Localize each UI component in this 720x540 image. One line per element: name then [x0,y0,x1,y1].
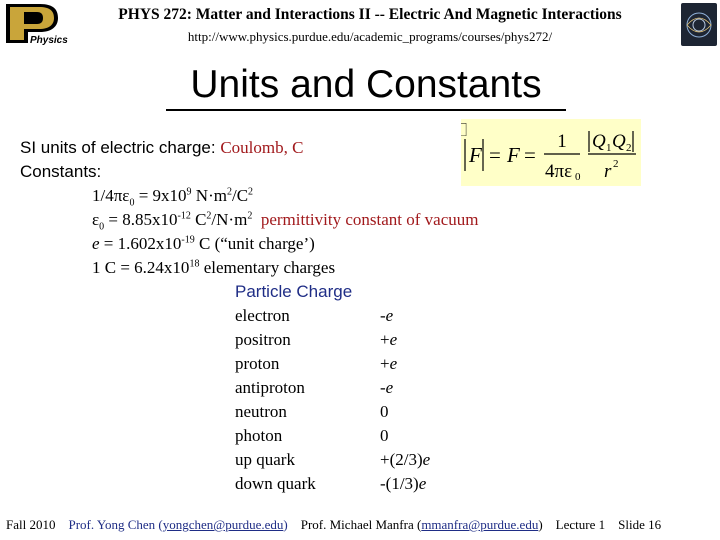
c2-desc: permittivity constant of vacuum [252,210,479,229]
particle-charge: +e [380,354,398,373]
footer-prof1-suffix: ) [283,517,288,532]
particle-name: electron [235,306,290,325]
charge-units-label: SI units of electric charge [20,138,211,157]
formula-q2-sub: 2 [626,142,632,154]
c3-sym: e [92,234,100,253]
footer-prof2-prefix: Prof. Michael Manfra ( [300,517,422,532]
particle-row: up quark +(2/3)e [235,450,495,474]
svg-text:=: = [524,143,536,167]
footer: Fall 2010 Prof. Yong Chen (yongchen@purd… [6,517,718,533]
footer-prof1-prefix: Prof. Yong Chen ( [68,517,163,532]
c1-unit-tail-exp: 2 [248,186,254,198]
particle-row: neutron 0 [235,402,495,426]
footer-prof1-email-link[interactable]: yongchen@purdue.edu [163,517,284,532]
particle-name: neutron [235,402,287,421]
particle-row: photon 0 [235,426,495,450]
c4-tail: elementary charges [199,258,336,277]
particle-charge: 0 [380,426,389,445]
formula-r-exp: 2 [613,158,619,170]
particle-row: proton +e [235,354,495,378]
particle-charge: 0 [380,402,389,421]
svg-text:=: = [489,143,501,167]
c1-lhs: 1/4πε [92,186,130,205]
particle-row: electron -e [235,306,495,330]
footer-slide-number: Slide 16 [618,517,662,532]
charge-units-line: SI units of electric charge: Coulomb, C [20,138,303,158]
particle-charge: -e [380,378,394,397]
particle-charge: -(1/3)e [380,474,427,493]
particle-charge: -e [380,306,394,325]
c4-exp: 18 [189,258,200,270]
course-url[interactable]: http://www.physics.purdue.edu/academic_p… [70,29,670,45]
formula-lhs-f: F [468,143,482,167]
formula-q1: Q [592,131,606,152]
department-emblem-image [681,3,717,46]
c1-unit: N·m [191,186,227,205]
c1-eq: = 9x10 [134,186,187,205]
formula-mid-f: F [506,143,520,167]
c4-lhs: 1 C = 6.24x10 [92,258,190,277]
footer-term: Fall 2010 [6,517,56,532]
constants-label: Constants [20,162,97,181]
constant-coulomb: 1/4πε0 = 9x109 N·m2/C2 [92,186,254,208]
slide-title: Units and Constants [166,61,566,111]
particle-name: proton [235,354,280,373]
formula-r: r [604,161,612,182]
constant-coulomb-count: 1 C = 6.24x1018 elementary charges [92,258,335,278]
logo-text: Physics [30,35,68,46]
particle-charge: +(2/3)e [380,450,431,469]
coulomb-law-formula: ⃞ F = F = 1 4πε 0 Q 1 Q 2 r 2 [453,119,641,186]
c1-unit-tail: /C [231,186,249,205]
course-title: PHYS 272: Matter and Interactions II -- … [118,6,622,23]
particle-name: photon [235,426,283,445]
formula-numerator-one: 1 [557,131,567,152]
c3-exp: -19 [181,234,195,246]
formula-denominator-sub: 0 [575,171,581,183]
c2-exp: -12 [177,210,191,222]
particle-row: down quark -(1/3)e [235,474,495,498]
c3-eq: = 1.602x10 [99,234,182,253]
particle-table-header: Particle Charge [235,282,353,301]
footer-lecture: Lecture 1 [555,517,606,532]
formula-box-glyph: ⃞ [461,123,467,137]
c3-tail: C (“unit charge’) [194,234,315,253]
particle-name: positron [235,330,291,349]
c2-eq: = 8.85x10 [104,210,178,229]
constant-unit-charge: e = 1.602x10-19 C (“unit charge’) [92,234,315,254]
constants-heading: Constants: [20,162,101,182]
formula-denominator: 4πε [545,161,572,182]
constant-permittivity: ε0 = 8.85x10-12 C2/N·m2 permittivity con… [92,210,479,232]
particle-row: positron +e [235,330,495,354]
particle-name: down quark [235,474,316,493]
footer-prof2-suffix: ) [538,517,543,532]
charge-units-value: Coulomb, C [220,138,304,157]
particle-name: antiproton [235,378,305,397]
constants-colon: : [96,162,102,181]
particle-row: antiproton -e [235,378,495,402]
formula-q1-sub: 1 [606,142,612,154]
formula-q2: Q [612,131,626,152]
particle-charge: +e [380,330,398,349]
particle-name: up quark [235,450,295,469]
c2-unit: C [190,210,207,229]
charge-units-colon: : [210,138,221,157]
purdue-physics-logo: Physics [0,0,68,46]
footer-prof2-email-link[interactable]: mmanfra@purdue.edu [421,517,538,532]
c2-unit-tail: /N·m [211,210,248,229]
